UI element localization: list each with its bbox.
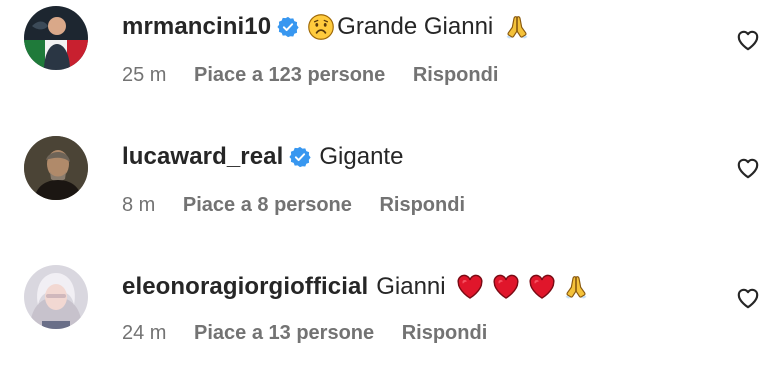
- comment-body: eleonoragiorgiofficial Gianni: [122, 272, 590, 302]
- reply-button[interactable]: Rispondi: [379, 194, 465, 216]
- likes-count-button[interactable]: Piace a 13 persone: [194, 322, 374, 344]
- avatar-image: [24, 6, 88, 70]
- folded-hands-emoji-icon: [503, 13, 531, 41]
- comment-body: mrmancini10 Grande Gianni: [122, 12, 531, 42]
- verified-badge-icon: [289, 146, 311, 168]
- avatar[interactable]: [24, 265, 88, 329]
- like-heart-icon[interactable]: [735, 27, 761, 53]
- comment-meta: 24 m Piace a 13 persone Rispondi: [122, 322, 509, 345]
- comment-timestamp[interactable]: 25 m: [122, 64, 166, 86]
- comment-item: lucaward_real Gigante 8 m Piace a 8 pers…: [0, 130, 767, 250]
- reply-button[interactable]: Rispondi: [402, 322, 488, 344]
- red-heart-emoji-icon: [456, 273, 484, 301]
- likes-count-button[interactable]: Piace a 8 persone: [183, 194, 352, 216]
- avatar[interactable]: [24, 6, 88, 70]
- avatar-image: [24, 265, 88, 329]
- avatar[interactable]: [24, 136, 88, 200]
- red-heart-emoji-icon: [528, 273, 556, 301]
- like-heart-icon[interactable]: [735, 155, 761, 181]
- username-link[interactable]: mrmancini10: [122, 12, 271, 42]
- comment-meta: 25 m Piace a 123 persone Rispondi: [122, 64, 520, 87]
- comment-timestamp[interactable]: 24 m: [122, 322, 166, 344]
- comment-body: lucaward_real Gigante: [122, 142, 403, 172]
- comment-text: Grande Gianni: [337, 13, 494, 40]
- username-link[interactable]: lucaward_real: [122, 142, 283, 172]
- username-link[interactable]: eleonoragiorgiofficial: [122, 272, 368, 302]
- likes-count-button[interactable]: Piace a 123 persone: [194, 64, 385, 86]
- reply-button[interactable]: Rispondi: [413, 64, 499, 86]
- red-heart-emoji-icon: [492, 273, 520, 301]
- comment-item: eleonoragiorgiofficial Gianni 24 m Piace…: [0, 258, 767, 378]
- avatar-image: [24, 136, 88, 200]
- folded-hands-emoji-icon: [562, 273, 590, 301]
- sad-face-emoji-icon: [307, 13, 335, 41]
- comment-timestamp[interactable]: 8 m: [122, 194, 155, 216]
- comment-item: mrmancini10 Grande Gianni 25 m Piace a 1…: [0, 0, 767, 120]
- like-heart-icon[interactable]: [735, 285, 761, 311]
- comment-text: Gigante: [319, 143, 404, 170]
- comment-meta: 8 m Piace a 8 persone Rispondi: [122, 194, 487, 217]
- verified-badge-icon: [277, 16, 299, 38]
- comment-text: Gianni: [376, 273, 446, 300]
